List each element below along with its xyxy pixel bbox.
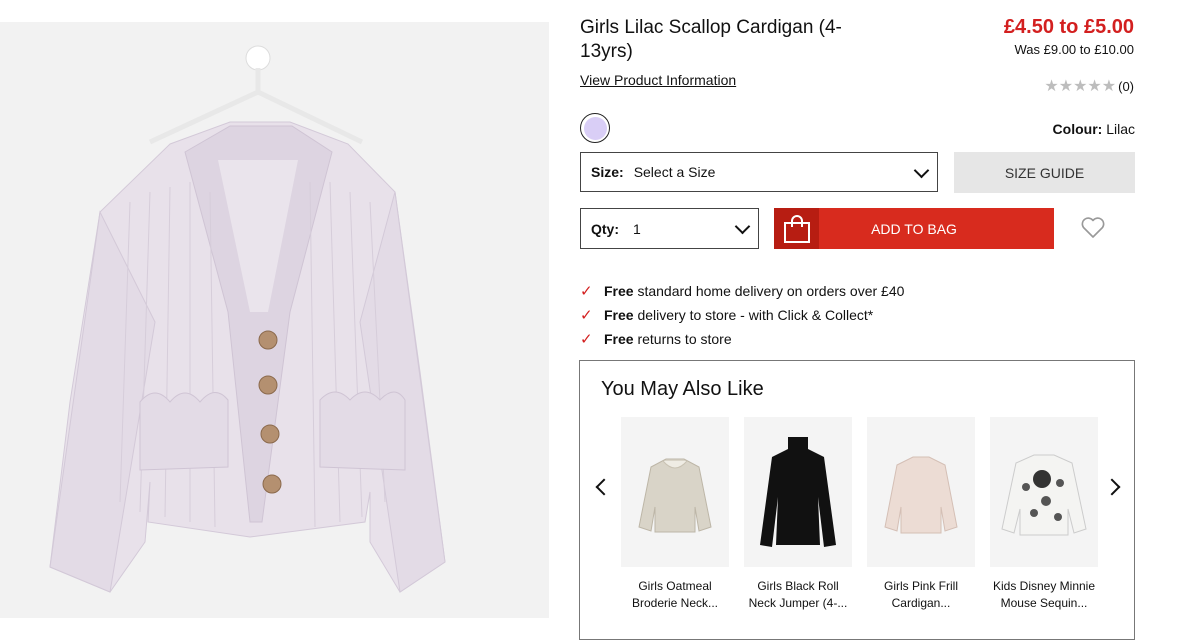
colour-label: Colour:	[1052, 121, 1103, 137]
product-name-line1: Girls Oatmeal	[638, 579, 712, 593]
add-to-bag-button[interactable]: ADD TO BAG	[774, 208, 1054, 249]
benefit-item: ✓ Free returns to store	[580, 327, 904, 351]
qty-label: Qty:	[591, 220, 619, 237]
product-name-line1: Girls Black Roll	[757, 579, 839, 593]
add-to-bag-label: ADD TO BAG	[871, 220, 957, 237]
checkmark-icon: ✓	[580, 331, 593, 348]
colour-indicator: Colour: Lilac	[1053, 121, 1135, 137]
product-name-line2: Cardigan...	[891, 596, 951, 610]
product-name-line2: Broderie Neck...	[631, 596, 719, 610]
size-label: Size:	[591, 164, 624, 180]
chevron-left-icon[interactable]	[595, 478, 613, 496]
chevron-down-icon	[913, 162, 930, 179]
quantity-select[interactable]: Qty: 1	[580, 208, 759, 249]
recommended-product-card[interactable]: Girls Pink Frill Cardigan...	[867, 417, 975, 612]
rating-count: (0)	[1118, 78, 1134, 94]
product-thumbnail	[744, 417, 852, 567]
benefit-text: standard home delivery on orders over £4…	[637, 283, 905, 299]
shopping-bag-icon	[774, 208, 819, 249]
main-product-image[interactable]	[0, 22, 549, 618]
benefit-bold: Free	[604, 331, 634, 347]
was-price: Was £9.00 to £10.00	[1014, 42, 1135, 57]
size-guide-button[interactable]: SIZE GUIDE	[954, 152, 1135, 193]
qty-value: 1	[633, 220, 641, 237]
recommended-product-card[interactable]: Girls Black Roll Neck Jumper (4-...	[744, 417, 852, 612]
size-select[interactable]: Size: Select a Size	[580, 152, 938, 192]
benefit-bold: Free	[604, 307, 634, 323]
checkmark-icon: ✓	[580, 283, 593, 300]
product-name-line2: Mouse Sequin...	[1000, 596, 1088, 610]
product-thumbnail	[867, 417, 975, 567]
recommendations-panel: You May Also Like Girls Oatmeal Broderie…	[579, 360, 1135, 640]
colour-value: Lilac	[1106, 121, 1135, 137]
cardigan-illustration	[0, 22, 549, 618]
recommendations-title: You May Also Like	[601, 378, 764, 400]
product-thumbnail	[621, 417, 729, 567]
benefit-text: delivery to store - with Click & Collect…	[637, 307, 874, 323]
chevron-right-icon[interactable]	[1103, 478, 1121, 496]
star-rating-icon: ★★★★★	[1044, 78, 1117, 95]
benefit-bold: Free	[604, 283, 634, 299]
recommended-product-card[interactable]: Girls Oatmeal Broderie Neck...	[621, 417, 729, 612]
recommended-product-card[interactable]: Kids Disney Minnie Mouse Sequin...	[990, 417, 1098, 612]
benefit-item: ✓ Free delivery to store - with Click & …	[580, 303, 904, 327]
product-name-line1: Kids Disney Minnie	[992, 579, 1096, 593]
benefit-text: returns to store	[637, 331, 732, 347]
product-name-line2: Neck Jumper (4-...	[748, 596, 848, 610]
product-title: Girls Lilac Scallop Cardigan (4-13yrs)	[580, 17, 842, 62]
benefit-item: ✓ Free standard home delivery on orders …	[580, 279, 904, 303]
delivery-benefits: ✓ Free standard home delivery on orders …	[580, 279, 904, 351]
product-name-line1: Girls Pink Frill	[884, 579, 958, 593]
chevron-down-icon	[734, 218, 751, 235]
product-rating[interactable]: ★★★★★ (0)	[1044, 76, 1134, 96]
colour-swatch-lilac[interactable]	[580, 113, 610, 143]
view-product-information-link[interactable]: View Product Information	[580, 72, 736, 88]
product-price: £4.50 to £5.00	[1003, 16, 1134, 38]
product-thumbnail	[990, 417, 1098, 567]
swatch-fill	[583, 116, 607, 140]
size-value: Select a Size	[633, 164, 716, 180]
checkmark-icon: ✓	[580, 307, 593, 324]
heart-icon[interactable]	[1080, 216, 1106, 240]
